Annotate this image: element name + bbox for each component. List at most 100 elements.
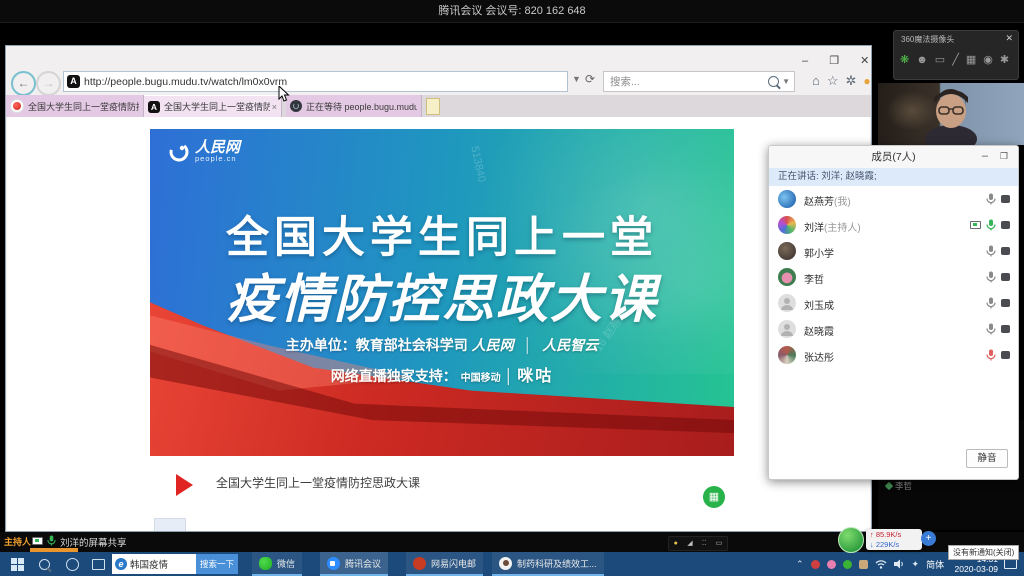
people-zhiyun-logo-text: 人民智云 bbox=[542, 338, 598, 354]
home-icon[interactable]: ⌂ bbox=[812, 72, 820, 90]
member-row[interactable]: 赵燕芳(我) bbox=[769, 186, 1018, 212]
camera-off-icon[interactable] bbox=[1001, 247, 1010, 255]
minimize-button[interactable]: – bbox=[802, 55, 808, 67]
tab-people-live[interactable]: 全国大学生同上一堂疫情防控思... bbox=[6, 95, 144, 117]
close-button[interactable]: ✕ bbox=[860, 55, 869, 67]
meeting-title: 腾讯会议 会议号: 820 162 648 bbox=[0, 0, 1024, 22]
microphone-icon[interactable] bbox=[986, 245, 996, 257]
taskbar-search-box[interactable]: e 韩国疫情 bbox=[112, 554, 196, 574]
tray-briefcase-icon[interactable] bbox=[859, 560, 868, 569]
event-banner: 人民网 people.cn 全国大学生同上一堂 疫情防控思政大课 主办单位：教育… bbox=[150, 129, 734, 456]
address-bar[interactable]: A http://people.bugu.mudu.tv/watch/lm0x0… bbox=[63, 71, 568, 92]
addon-icon[interactable]: ● bbox=[863, 72, 870, 90]
tab-close-icon[interactable]: × bbox=[272, 102, 277, 112]
search-go-button[interactable]: 搜索一下 bbox=[196, 554, 238, 574]
mute-button[interactable]: 静音 bbox=[966, 449, 1008, 468]
play-button[interactable] bbox=[176, 474, 193, 496]
people-cn-logo: 人民网 people.cn bbox=[168, 141, 240, 163]
camera-off-icon[interactable] bbox=[1001, 351, 1010, 359]
loading-favicon bbox=[290, 100, 302, 112]
taskbar-app-pharma[interactable]: 制药科研及绩效工... bbox=[492, 552, 604, 576]
forward-button[interactable]: → bbox=[36, 71, 61, 96]
wifi-icon[interactable] bbox=[875, 559, 887, 569]
settings-gear-icon[interactable]: ✱ bbox=[1000, 49, 1009, 71]
member-row[interactable]: 赵晓霞 bbox=[769, 316, 1018, 342]
start-button[interactable] bbox=[4, 552, 30, 576]
microphone-icon[interactable] bbox=[986, 193, 996, 205]
share-icons bbox=[32, 535, 56, 546]
address-dropdown-icon[interactable]: ▼ bbox=[572, 74, 581, 84]
settings-gear-icon[interactable]: ✲ bbox=[846, 72, 857, 90]
camera-off-icon[interactable] bbox=[1001, 299, 1010, 307]
upload-speed: ↑ 85.9K/s bbox=[870, 530, 918, 540]
microphone-muted-icon[interactable] bbox=[986, 349, 996, 361]
camera-off-icon[interactable] bbox=[1001, 221, 1010, 229]
beautify-icon[interactable]: ❋ bbox=[900, 49, 909, 71]
wechat-icon bbox=[259, 557, 272, 570]
restore-button[interactable]: ❐ bbox=[829, 55, 839, 67]
member-row[interactable]: 刘玉成 bbox=[769, 290, 1018, 316]
taskbar-search-icon[interactable] bbox=[34, 552, 58, 576]
back-button[interactable]: ← bbox=[11, 71, 36, 96]
cortana-icon[interactable] bbox=[60, 552, 84, 576]
member-row[interactable]: 李哲 bbox=[769, 264, 1018, 290]
url-text[interactable]: http://people.bugu.mudu.tv/watch/lm0x0vr… bbox=[84, 76, 287, 88]
favorites-star-icon[interactable]: ☆ bbox=[827, 72, 839, 90]
camera-off-icon[interactable] bbox=[1001, 195, 1010, 203]
volume-icon[interactable] bbox=[894, 559, 905, 569]
task-view-icon[interactable] bbox=[86, 552, 110, 576]
frame-icon[interactable]: ▦ bbox=[966, 49, 976, 71]
camera-off-icon[interactable] bbox=[1001, 325, 1010, 333]
lock-icon[interactable]: ● bbox=[674, 538, 678, 549]
microphone-icon[interactable] bbox=[986, 271, 996, 283]
search-placeholder[interactable]: 搜索... bbox=[610, 74, 768, 89]
search-dropdown-icon[interactable]: ▼ bbox=[782, 77, 790, 86]
browser-search-box[interactable]: 搜索... ▼ bbox=[603, 71, 795, 92]
taskbar-search-text[interactable]: 韩国疫情 bbox=[130, 557, 168, 571]
minimize-icon[interactable]: – bbox=[982, 146, 988, 166]
avatar bbox=[778, 320, 796, 338]
tray-app-icon[interactable] bbox=[811, 560, 820, 569]
close-icon[interactable]: ✕ bbox=[1005, 33, 1013, 44]
signal-icon[interactable]: ⁚⁚ bbox=[702, 538, 706, 549]
members-panel-title: 成员(7人) bbox=[769, 146, 1018, 169]
tray-wechat-icon[interactable] bbox=[843, 560, 852, 569]
link-icon[interactable]: ✦ bbox=[912, 559, 920, 570]
taskbar-app-wechat[interactable]: 微信 bbox=[252, 552, 302, 576]
volume-icon[interactable]: ◢ bbox=[687, 538, 692, 549]
taskbar-app-tencent-meeting[interactable]: 腾讯会议 bbox=[320, 552, 388, 576]
microphone-icon[interactable] bbox=[986, 297, 996, 309]
qr-code-icon[interactable]: ▦ bbox=[703, 486, 725, 508]
ime-indicator[interactable]: 简体 bbox=[926, 558, 944, 571]
microphone-icon[interactable] bbox=[986, 323, 996, 335]
tray-app-icon[interactable] bbox=[827, 560, 836, 569]
screen-share-icon bbox=[970, 221, 981, 229]
camera-tool-window[interactable]: 360魔法摄像头 ✕ ❋ ☻ ▭ ╱ ▦ ◉ ✱ bbox=[893, 30, 1019, 80]
emoji-icon[interactable]: ☻ bbox=[916, 49, 928, 71]
taskbar-app-netease-mail[interactable]: 网易闪电邮 bbox=[406, 552, 483, 576]
magic-wand-icon[interactable]: ╱ bbox=[952, 49, 959, 71]
bubble-icon[interactable]: ▭ bbox=[935, 49, 945, 71]
camera-off-icon[interactable] bbox=[1001, 273, 1010, 281]
window-icon[interactable]: ▭ bbox=[716, 538, 723, 549]
camera-icon[interactable]: ◉ bbox=[983, 49, 993, 71]
speed-ball[interactable] bbox=[838, 527, 864, 553]
tray-expand-icon[interactable]: ⌃ bbox=[796, 559, 804, 570]
person-silhouette bbox=[916, 87, 986, 145]
screen-share-icon bbox=[32, 537, 43, 545]
member-row[interactable]: 张达彤 bbox=[769, 342, 1018, 368]
plus-ball-icon[interactable]: + bbox=[921, 531, 936, 546]
browser-window-controls: – ❐ ✕ bbox=[784, 54, 869, 67]
microphone-active-icon[interactable] bbox=[986, 219, 996, 231]
member-row[interactable]: 刘洋(主持人) bbox=[769, 212, 1018, 238]
banner-title-line2: 疫情防控思政大课 bbox=[150, 257, 734, 332]
new-tab-button[interactable] bbox=[426, 98, 440, 115]
maximize-icon[interactable]: ❐ bbox=[1000, 146, 1008, 167]
share-mini-toolbar[interactable]: ● ◢ ⁚⁚ ▭ bbox=[668, 536, 728, 551]
tab-waiting[interactable]: 正在等待 people.bugu.mudu.tv bbox=[286, 95, 422, 117]
network-speed-widget: ↑ 85.9K/s ↓ 229K/s bbox=[866, 529, 922, 550]
member-row[interactable]: 郭小学 bbox=[769, 238, 1018, 264]
refresh-icon[interactable]: ⟳ bbox=[585, 72, 595, 86]
search-icon[interactable] bbox=[768, 76, 779, 87]
tab-people-live-active[interactable]: A 全国大学生同上一堂疫情防... × bbox=[144, 95, 282, 117]
